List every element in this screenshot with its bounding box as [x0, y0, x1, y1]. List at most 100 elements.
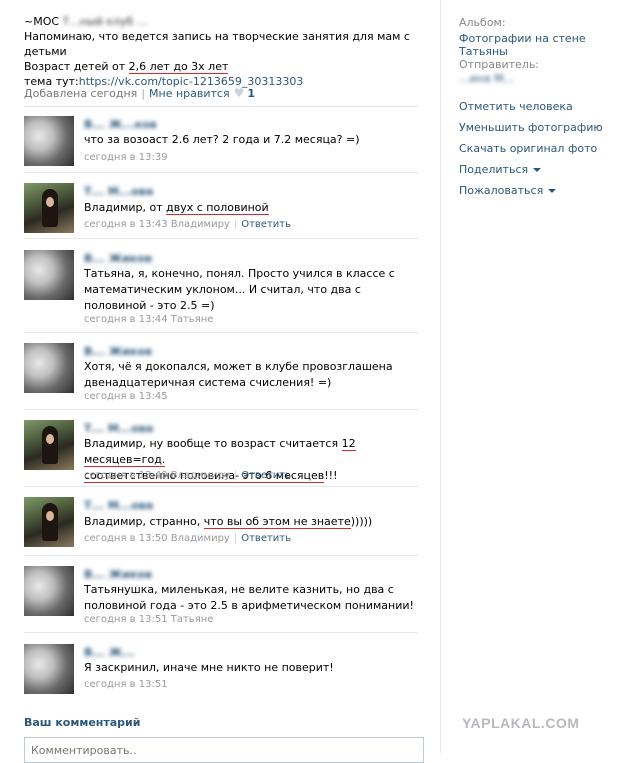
comment-meta: сегодня в 13:43 Владимиру | Ответить — [84, 219, 291, 230]
post-added: Добавлена сегодня — [24, 87, 138, 100]
divider — [24, 409, 418, 410]
avatar-face — [46, 511, 54, 521]
comment-text-underlined: двух с половиной — [166, 201, 269, 215]
avatar[interactable] — [24, 250, 74, 300]
comment-text-part: !!! — [324, 469, 338, 482]
reply-button[interactable]: Ответить — [241, 470, 291, 481]
comment-meta: сегодня в 13:44 Татьяне — [84, 314, 213, 325]
comment-time[interactable]: сегодня в 13:43 — [84, 219, 168, 230]
post-line-1: ~МОС Т...ный клуб ... — [24, 14, 424, 29]
avatar-figure — [42, 503, 58, 541]
sidebar: Альбом: Фотографии на стене Татьяны Отпр… — [440, 0, 626, 753]
meta-separator: | — [141, 87, 146, 100]
avatar[interactable] — [24, 183, 74, 233]
avatar[interactable] — [24, 566, 74, 616]
comment-author[interactable]: В... Ж...ков — [84, 118, 157, 131]
album-link[interactable]: Фотографии на стене Татьяны — [459, 32, 626, 58]
chevron-down-icon — [533, 168, 542, 172]
comment-meta: сегодня в 13:45 — [84, 391, 168, 402]
comment-author[interactable]: Т... М...ова — [84, 499, 153, 512]
comment-text: Хотя, чё я докопался, может в клубе пров… — [84, 360, 393, 389]
report-dropdown[interactable]: Пожаловаться — [459, 184, 557, 197]
divider — [24, 238, 418, 239]
comment-reply-to[interactable]: Владимиру — [171, 533, 230, 544]
comment-input[interactable] — [24, 737, 424, 763]
reply-button[interactable]: Ответить — [241, 219, 291, 230]
post-age-range: 2,6 лет до 3х лет — [128, 60, 229, 74]
comment-item: В... Ж... Я заскринил, иначе мне никто н… — [24, 644, 424, 706]
comment-author[interactable]: В... Ж... — [84, 646, 135, 659]
comment-author[interactable]: В... Жиков — [84, 345, 152, 358]
chevron-down-icon — [548, 189, 557, 193]
reply-button[interactable]: Ответить — [241, 533, 291, 544]
comment-item: В... Жиков Татьянушка, миленькая, не вел… — [24, 566, 424, 630]
sender-name[interactable]: ...ина М... — [459, 72, 514, 85]
avatar-figure — [42, 189, 58, 227]
shrink-photo-link[interactable]: Уменьшить фотографию — [459, 121, 603, 134]
meta-separator: | — [233, 219, 238, 230]
comment-reply-to[interactable]: Владимиру — [171, 470, 230, 481]
comment-box-title: Ваш комментарий — [24, 716, 141, 729]
comment-text-part: Владимир, странно, — [84, 515, 204, 528]
divider — [24, 172, 418, 173]
comment-time[interactable]: сегодня в 13:50 — [84, 533, 168, 544]
comment-reply-to[interactable]: Владимиру — [171, 219, 230, 230]
comment-reply-to[interactable]: Татьяне — [171, 314, 214, 325]
divider — [24, 632, 418, 633]
comment-text: Татьянушка, миленькая, не велите казнить… — [84, 583, 414, 612]
avatar-face — [46, 197, 54, 207]
comment-text: Я заскринил, иначе мне никто не поверит! — [84, 661, 334, 674]
comment-author[interactable]: В... Жиков — [84, 568, 152, 581]
comment-meta: сегодня в 13:51 Татьяне — [84, 614, 213, 625]
comment-text-part: Владимир, ну вообще то возраст считается — [84, 437, 342, 450]
comment-author[interactable]: В... Жиков — [84, 252, 152, 265]
comment-author[interactable]: Т... М...ова — [84, 422, 153, 435]
share-dropdown[interactable]: Поделиться — [459, 163, 542, 176]
comment-item: Т... М...ова Владимир, ну вообще то возр… — [24, 420, 424, 484]
comment-time[interactable]: сегодня в 13:49 — [84, 470, 168, 481]
comment-text: что за возоаст 2.6 лет? 2 года и 7.2 мес… — [84, 133, 360, 146]
comment-text: Татьяна, я, конечно, понял. Просто училс… — [84, 267, 395, 312]
avatar[interactable] — [24, 343, 74, 393]
post-line-2: Напоминаю, что ведется запись на творчес… — [24, 30, 410, 58]
meta-separator: | — [233, 470, 238, 481]
comment-meta: сегодня в 13:49 Владимиру | Ответить — [84, 470, 291, 481]
avatar[interactable] — [24, 497, 74, 547]
share-label: Поделиться — [459, 163, 529, 176]
comment-item: В... Жиков Татьяна, я, конечно, понял. П… — [24, 250, 424, 330]
comment-meta: сегодня в 13:50 Владимиру | Ответить — [84, 533, 291, 544]
comment-time[interactable]: сегодня в 13:51 — [84, 679, 168, 690]
comment-text-part: Владимир, от — [84, 201, 167, 214]
post-title-prefix: ~МОС — [24, 15, 60, 28]
tag-person-link[interactable]: Отметить человека — [459, 100, 573, 113]
post-meta: Добавлена сегодня | Мне нравится ♥ 1 — [24, 86, 424, 100]
post-line-3: Возраст детей от 2,6 лет до 3х лет — [24, 59, 424, 74]
comment-time[interactable]: сегодня в 13:44 — [84, 314, 168, 325]
heart-icon[interactable]: ♥ — [234, 86, 245, 100]
comment-text: Владимир, странно, что вы об этом не зна… — [84, 514, 414, 530]
comment-time[interactable]: сегодня в 13:51 — [84, 614, 168, 625]
avatar[interactable] — [24, 644, 74, 694]
comment-text-underlined: что вы об этом не знаете — [203, 515, 351, 529]
meta-separator: | — [233, 533, 238, 544]
divider — [24, 106, 418, 107]
post-age-prefix: Возраст детей от — [24, 60, 129, 73]
avatar-face — [46, 434, 54, 444]
comment-time[interactable]: сегодня в 13:39 — [84, 152, 168, 163]
divider — [24, 486, 418, 487]
like-count: 1 — [247, 87, 256, 100]
avatar[interactable] — [24, 420, 74, 470]
comment-item: Т... М...ова Владимир, странно, что вы о… — [24, 497, 424, 559]
comment-meta: сегодня в 13:39 — [84, 152, 168, 163]
avatar[interactable] — [24, 116, 74, 166]
comment-author[interactable]: Т... М...ова — [84, 185, 153, 198]
comment-reply-to[interactable]: Татьяне — [171, 614, 214, 625]
post-body: ~МОС Т...ный клуб ... Напоминаю, что вед… — [24, 14, 424, 89]
like-button[interactable]: Мне нравится — [149, 87, 230, 100]
download-original-link[interactable]: Скачать оригинал фото — [459, 142, 597, 155]
divider — [24, 555, 418, 556]
comment-item: Т... М...ова Владимир, от двух с половин… — [24, 183, 424, 245]
comment-text-part: ))))) — [350, 515, 373, 528]
comment-time[interactable]: сегодня в 13:45 — [84, 391, 168, 402]
post-title-redacted: Т...ный клуб ... — [62, 15, 148, 28]
